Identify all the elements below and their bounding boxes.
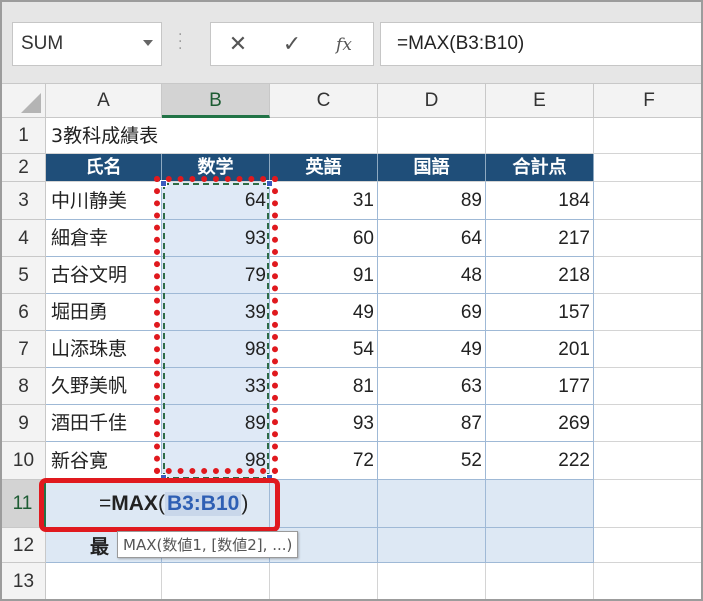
table-cell[interactable]: 222 [486,442,594,480]
column-header-a[interactable]: A [46,84,162,118]
name-box-value: SUM [21,33,64,54]
table-cell[interactable]: 細倉幸 [46,220,162,257]
row-header-13[interactable]: 13 [2,563,46,599]
formula-highlight-callout [39,478,280,532]
formula-buttons: ✕ ✓ fx [210,22,374,66]
cell[interactable] [594,563,701,599]
table-header[interactable]: 英語 [270,154,378,182]
drag-handle-icon[interactable]: · · · [178,28,182,56]
cell[interactable] [594,118,701,154]
table-cell[interactable]: 49 [378,331,486,368]
worksheet-grid: A B C D E F 1 2 3 4 5 6 7 8 9 10 11 12 1… [2,84,701,599]
table-cell[interactable]: 52 [378,442,486,480]
cell[interactable] [270,563,378,599]
table-cell[interactable]: 91 [270,257,378,294]
formula-input[interactable]: =MAX(B3:B10) [380,22,701,66]
table-cell[interactable]: 269 [486,405,594,442]
table-cell[interactable]: 酒田千佳 [46,405,162,442]
table-cell[interactable]: 64 [378,220,486,257]
row-header-3[interactable]: 3 [2,182,46,220]
row-header-9[interactable]: 9 [2,405,46,442]
cell[interactable] [486,480,594,528]
sheet-title[interactable]: 3教科成績表 [46,118,270,154]
table-header[interactable]: 合計点 [486,154,594,182]
cell[interactable] [594,154,701,182]
table-cell[interactable]: 184 [486,182,594,220]
cell[interactable] [594,257,701,294]
table-header[interactable]: 氏名 [46,154,162,182]
table-cell[interactable]: 新谷寛 [46,442,162,480]
cell[interactable] [594,294,701,331]
row-header-4[interactable]: 4 [2,220,46,257]
table-cell[interactable]: 201 [486,331,594,368]
cell[interactable] [594,528,701,563]
cell[interactable] [270,118,378,154]
table-cell[interactable]: 54 [270,331,378,368]
row-header-5[interactable]: 5 [2,257,46,294]
table-cell[interactable]: 217 [486,220,594,257]
row-header-7[interactable]: 7 [2,331,46,368]
table-cell[interactable]: 久野美帆 [46,368,162,405]
table-cell[interactable]: 古谷文明 [46,257,162,294]
table-cell[interactable]: 157 [486,294,594,331]
row-header-10[interactable]: 10 [2,442,46,480]
row-header-6[interactable]: 6 [2,294,46,331]
cell[interactable] [486,528,594,563]
table-cell[interactable]: 93 [270,405,378,442]
cell[interactable] [594,442,701,480]
table-cell[interactable]: 81 [270,368,378,405]
table-cell[interactable]: 87 [378,405,486,442]
column-header-b[interactable]: B [162,84,270,118]
cell[interactable] [486,563,594,599]
column-header-c[interactable]: C [270,84,378,118]
row-header-2[interactable]: 2 [2,154,46,182]
select-all-icon [21,93,41,113]
cell[interactable] [162,563,270,599]
cell[interactable] [594,220,701,257]
table-cell[interactable]: 177 [486,368,594,405]
row-header-8[interactable]: 8 [2,368,46,405]
cell[interactable] [46,563,162,599]
table-cell[interactable]: 69 [378,294,486,331]
cell[interactable] [594,331,701,368]
table-cell[interactable]: 49 [270,294,378,331]
chevron-down-icon[interactable] [143,40,153,46]
cell[interactable] [378,480,486,528]
row-header-1[interactable]: 1 [2,118,46,154]
table-cell[interactable]: 堀田勇 [46,294,162,331]
row-header-12[interactable]: 12 [2,528,46,563]
check-icon[interactable]: ✓ [277,31,307,59]
cell[interactable] [594,405,701,442]
formula-bar: SUM · · · ✕ ✓ fx =MAX(B3:B10) [2,2,701,84]
table-cell[interactable]: 48 [378,257,486,294]
table-cell[interactable]: 63 [378,368,486,405]
cell[interactable] [594,368,701,405]
table-cell[interactable]: 72 [270,442,378,480]
cell[interactable] [378,528,486,563]
table-header[interactable]: 国語 [378,154,486,182]
column-header-e[interactable]: E [486,84,594,118]
cell[interactable] [378,118,486,154]
insert-function-icon[interactable]: fx [329,31,359,59]
cell[interactable] [378,563,486,599]
column-header-f[interactable]: F [594,84,701,118]
cancel-icon[interactable]: ✕ [223,31,253,59]
range-highlight-callout [154,176,278,474]
table-cell[interactable]: 山添珠恵 [46,331,162,368]
table-cell[interactable]: 中川静美 [46,182,162,220]
function-tooltip[interactable]: MAX(数値1, [数値2], ...) [117,531,299,558]
spreadsheet-window: SUM · · · ✕ ✓ fx =MAX(B3:B10) A B C D E F … [0,0,703,601]
cell[interactable] [486,118,594,154]
table-cell[interactable]: 60 [270,220,378,257]
cell[interactable] [594,480,701,528]
cell[interactable] [594,182,701,220]
cell[interactable] [270,480,378,528]
column-header-d[interactable]: D [378,84,486,118]
name-box[interactable]: SUM [12,22,162,66]
table-cell[interactable]: 218 [486,257,594,294]
select-all-button[interactable] [2,84,46,118]
row12-label-partial: 最 [90,536,110,558]
table-cell[interactable]: 89 [378,182,486,220]
table-cell[interactable]: 31 [270,182,378,220]
